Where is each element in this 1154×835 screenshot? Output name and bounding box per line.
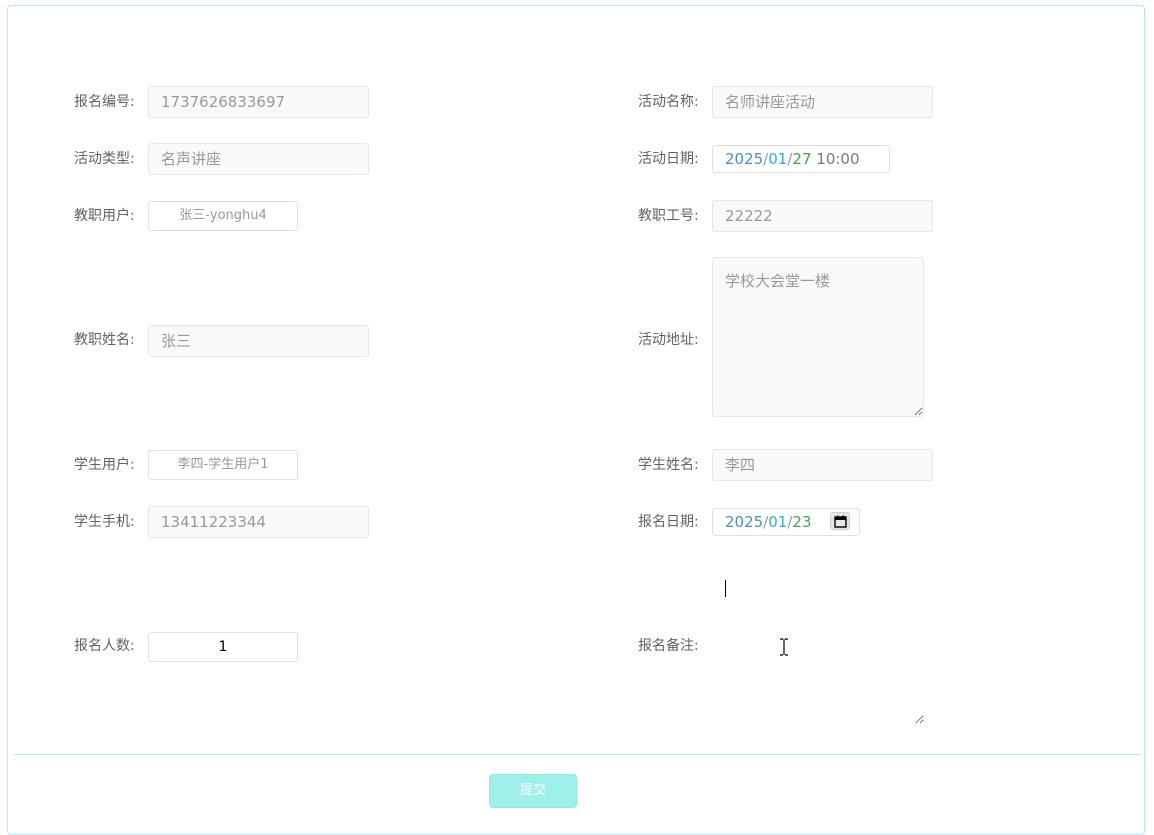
activity-name-label: 活动名称: xyxy=(638,94,699,110)
student-user-label: 学生用户: xyxy=(74,457,135,473)
reg-count-label: 报名人数: xyxy=(74,638,135,654)
student-name-label: 学生姓名: xyxy=(638,457,699,473)
student-name-input[interactable]: 李四 xyxy=(712,449,933,481)
staff-name-input[interactable]: 张三 xyxy=(148,325,369,357)
student-phone-label: 学生手机: xyxy=(74,514,135,530)
reg-count-input[interactable]: 1 xyxy=(148,632,298,662)
staff-name-label: 教职姓名: xyxy=(74,332,135,348)
reg-date-year: 2025 xyxy=(725,513,764,531)
text-caret xyxy=(725,580,726,597)
activity-date-day: 27 xyxy=(792,150,812,168)
activity-date-input[interactable]: 2025/01/27 10:00 xyxy=(712,145,890,173)
staff-user-select[interactable]: 张三-yonghu4 xyxy=(148,201,298,231)
activity-date-time: 10:00 xyxy=(816,150,860,168)
reg-remark-label: 报名备注: xyxy=(638,638,699,654)
reg-remark-textarea[interactable] xyxy=(712,564,924,724)
student-phone-input[interactable]: 13411223344 xyxy=(148,506,369,538)
activity-type-label: 活动类型: xyxy=(74,151,135,167)
calendar-picker-button[interactable] xyxy=(830,512,850,530)
reg-date-month: 01 xyxy=(768,513,788,531)
calendar-icon xyxy=(834,515,847,528)
text-cursor-icon xyxy=(780,638,788,656)
form-panel xyxy=(7,5,1145,835)
activity-date-year: 2025 xyxy=(725,150,764,168)
student-user-select[interactable]: 李四-学生用户1 xyxy=(148,450,298,480)
reg-no-label: 报名编号: xyxy=(74,94,135,110)
reg-date-day: 23 xyxy=(792,513,812,531)
footer-divider xyxy=(13,754,1141,755)
staff-user-label: 教职用户: xyxy=(74,208,135,224)
activity-address-label: 活动地址: xyxy=(638,332,699,348)
reg-no-input[interactable]: 1737626833697 xyxy=(148,86,369,118)
activity-date-label: 活动日期: xyxy=(638,151,699,167)
activity-name-input[interactable]: 名师讲座活动 xyxy=(712,86,933,118)
staff-no-label: 教职工号: xyxy=(638,208,699,224)
activity-address-textarea[interactable]: 学校大会堂一楼 xyxy=(712,257,924,417)
activity-date-month: 01 xyxy=(768,150,788,168)
submit-button[interactable]: 提交 xyxy=(489,774,577,808)
staff-no-input[interactable]: 22222 xyxy=(712,200,933,232)
activity-type-input[interactable]: 名声讲座 xyxy=(148,143,369,175)
reg-date-label: 报名日期: xyxy=(638,514,699,530)
